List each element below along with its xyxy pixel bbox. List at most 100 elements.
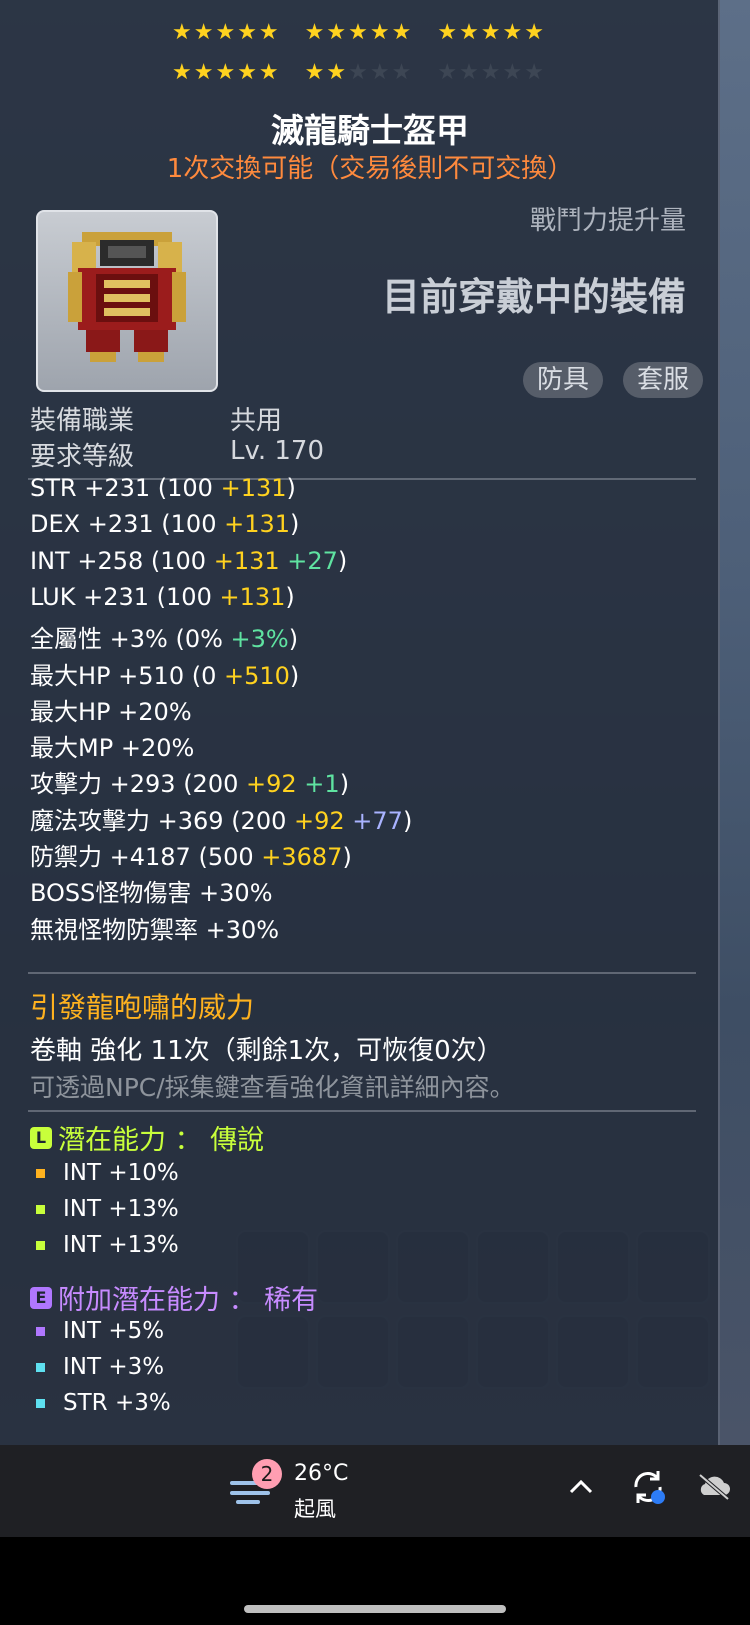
stat-name: 最大MP <box>30 734 114 763</box>
requirement-label: 裝備職業 <box>30 406 135 436</box>
rare-grade-icon: E <box>30 1286 52 1309</box>
potential-line-text: INT +13% <box>63 1232 179 1258</box>
potential-line: INT +5% <box>36 1318 164 1344</box>
stat-name: LUK <box>30 582 76 611</box>
stat-name: 無視怪物防禦率 <box>30 915 198 944</box>
weather-condition[interactable]: 起風 <box>294 1493 336 1523</box>
stat-value: +30% <box>199 879 273 908</box>
stat-value: +369 <box>157 806 224 835</box>
divider <box>28 972 696 974</box>
star-group: ★★★★★ <box>172 20 281 45</box>
chevron-up-icon[interactable] <box>568 1477 594 1495</box>
cloud-offline-icon[interactable] <box>696 1471 732 1501</box>
potential-line: INT +13% <box>36 1196 179 1222</box>
sync-icon[interactable] <box>628 1467 668 1507</box>
star-filled-icon: ★ <box>391 20 414 45</box>
upgrade-count: 卷軸 強化 11次（剩餘1次，可恢復0次） <box>30 1036 503 1066</box>
star-empty-icon: ★ <box>369 60 392 85</box>
stat-name: 最大HP <box>30 661 111 690</box>
stat-value: +231 <box>83 582 150 611</box>
stat-paren: ) <box>288 625 299 654</box>
stat-value: +258 <box>77 546 144 575</box>
stat-bonus-scroll: +131 <box>213 546 280 575</box>
star-empty-icon: ★ <box>502 60 525 85</box>
bullet-icon <box>36 1204 45 1214</box>
star-filled-icon: ★ <box>258 60 281 85</box>
additional-potential-title-text: 附加潛在能力 ： 稀有 <box>58 1285 319 1316</box>
home-indicator[interactable] <box>244 1605 506 1613</box>
temperature[interactable]: 26°C <box>294 1461 348 1486</box>
armor-icon <box>68 232 186 362</box>
potential-line: INT +13% <box>36 1232 179 1258</box>
star-group: ★★★★★ <box>172 60 281 85</box>
star-filled-icon: ★ <box>304 60 327 85</box>
flavor-text: 引發龍咆嘯的威力 <box>30 991 255 1024</box>
divider <box>28 1110 696 1112</box>
stat-paren: ) <box>285 582 295 611</box>
stat-value: +20% <box>118 697 192 726</box>
stat-line: BOSS怪物傷害 +30% <box>30 873 273 908</box>
stat-paren: ) <box>290 510 300 539</box>
star-filled-icon: ★ <box>348 20 370 45</box>
stat-name: 最大HP <box>30 697 111 726</box>
stat-base: (200 <box>223 806 294 835</box>
star-filled-icon: ★ <box>459 20 481 45</box>
bullet-icon <box>36 1398 45 1408</box>
potential-line: INT +10% <box>36 1160 179 1186</box>
stat-bonus-scroll: +510 <box>223 661 290 690</box>
stat-name: 攻擊力 <box>30 770 102 799</box>
star-filled-icon: ★ <box>326 60 349 85</box>
stat-paren: ) <box>339 770 350 799</box>
stat-bonus-flame: +27 <box>287 546 338 575</box>
star-filled-icon: ★ <box>171 20 194 45</box>
stat-line: 最大HP +510 (0 +510) <box>30 656 299 691</box>
stat-bonus-scroll: +131 <box>220 474 287 502</box>
stat-line: STR +231 (100 +131) <box>30 474 296 502</box>
stat-paren: ) <box>337 546 348 575</box>
star-group: ★★★★★ <box>305 20 414 45</box>
bullet-icon <box>36 1240 45 1250</box>
star-group: ★★★★★ <box>437 60 546 85</box>
item-name: 滅龍騎士盔甲 <box>271 111 469 150</box>
star-filled-icon: ★ <box>524 20 546 45</box>
star-filled-icon: ★ <box>502 20 525 45</box>
item-tooltip: ★★★★★ ★★★★★ ★★★★★ ★★★★★ ★★★★★ ★★★★★ 滅龍騎士盔甲 1… <box>0 0 720 1445</box>
stat-paren: ) <box>402 806 413 835</box>
combat-power-label: 戰鬥力提升量 <box>529 206 686 236</box>
stat-bonus-star: +77 <box>352 806 403 835</box>
stat-paren: ) <box>289 661 300 690</box>
star-group: ★★★★★ <box>437 20 546 45</box>
stat-value: +231 <box>87 510 154 539</box>
potential-line-text: INT +13% <box>63 1196 179 1222</box>
stat-line: 魔法攻擊力 +369 (200 +92 +77) <box>30 801 412 836</box>
star-empty-icon: ★ <box>459 60 481 85</box>
starforce-row-2: ★★★★★ ★★★★★ ★★★★★ <box>0 60 718 85</box>
stat-line: 防禦力 +4187 (500 +3687) <box>30 837 352 872</box>
star-filled-icon: ★ <box>171 60 194 85</box>
stat-value: +293 <box>109 770 176 799</box>
additional-potential-title: E 附加潛在能力 ： 稀有 <box>30 1278 318 1317</box>
stat-paren: ) <box>342 843 352 871</box>
star-filled-icon: ★ <box>369 20 392 45</box>
taskbar: 2 26°C 起風 <box>0 1445 750 1537</box>
stat-value: +510 <box>118 661 185 690</box>
star-filled-icon: ★ <box>437 20 460 45</box>
potential-line-text: INT +5% <box>63 1318 165 1344</box>
potential-title: L 潛在能力 ： 傳說 <box>30 1118 264 1157</box>
stat-value: +4187 <box>109 843 191 871</box>
stat-base: (100 <box>143 546 214 575</box>
potential-line-text: INT +10% <box>63 1160 179 1186</box>
stat-paren: ) <box>286 474 296 502</box>
stat-base: (100 <box>149 582 220 611</box>
star-filled-icon: ★ <box>326 20 349 45</box>
requirement-level: 要求等級 Lv. 170 <box>30 436 324 473</box>
stat-line: LUK +231 (100 +131) <box>30 583 295 611</box>
potential-line-text: STR +3% <box>63 1390 171 1416</box>
stat-line: DEX +231 (100 +131) <box>30 510 299 538</box>
stat-line: 攻擊力 +293 (200 +92 +1) <box>30 764 349 799</box>
stat-name: 防禦力 <box>30 843 102 871</box>
stat-bonus-scroll: +131 <box>219 582 286 611</box>
star-empty-icon: ★ <box>437 60 460 85</box>
stat-value: +231 <box>84 474 151 502</box>
bullet-icon <box>36 1168 45 1178</box>
